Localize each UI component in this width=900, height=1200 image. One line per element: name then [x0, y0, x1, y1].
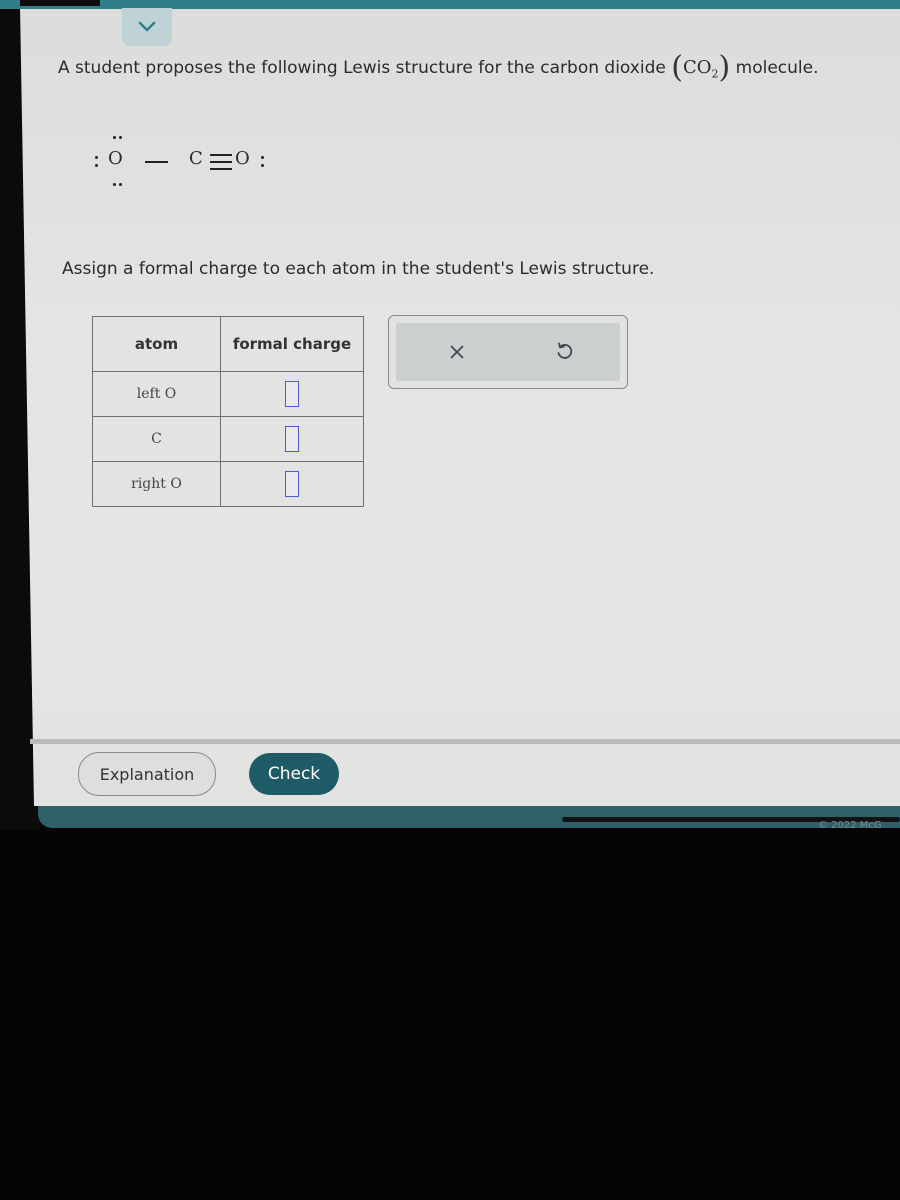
question-prompt: A student proposes the following Lewis s…: [58, 50, 819, 85]
prompt-text-end: molecule.: [735, 58, 819, 78]
table-row: right O: [92, 461, 364, 507]
formula-subscript: 2: [711, 67, 719, 81]
triple-bond: [210, 154, 232, 170]
formal-charge-input-left-o[interactable]: [285, 381, 299, 407]
formula-element: C: [682, 57, 697, 78]
lone-pair-dot: [113, 183, 116, 186]
column-header-formal-charge: formal charge: [220, 316, 364, 372]
copyright-text: © 2022 McG: [818, 820, 882, 831]
table-header-row: atom formal charge: [92, 316, 364, 372]
explanation-button[interactable]: Explanation: [78, 752, 216, 796]
undo-button[interactable]: [549, 337, 579, 367]
answer-tools-inner: [396, 323, 620, 381]
top-bar-edge: [20, 0, 100, 6]
table-row: left O: [92, 371, 364, 417]
footer-divider: [30, 739, 900, 744]
lone-pair-dot: [261, 156, 264, 159]
lone-pair-dot: [119, 136, 122, 139]
single-bond: [145, 161, 168, 163]
left-oxygen-atom: O: [108, 148, 123, 169]
formal-charge-cell: [220, 371, 364, 417]
formal-charge-cell: [220, 461, 364, 507]
carbon-atom: C: [189, 148, 203, 169]
formula-paren-open: (: [671, 50, 683, 85]
lone-pair-dot: [261, 164, 264, 167]
screen: A student proposes the following Lewis s…: [0, 0, 900, 831]
column-header-atom: atom: [92, 316, 221, 372]
lone-pair-dot: [95, 156, 98, 159]
chevron-down-icon: [138, 21, 156, 32]
atom-cell: right O: [92, 461, 221, 507]
prompt-text: A student proposes the following Lewis s…: [58, 58, 666, 78]
formal-charge-table: atom formal charge left O C right O: [92, 316, 364, 507]
lone-pair-dot: [119, 183, 122, 186]
atom-cell: left O: [92, 371, 221, 417]
lone-pair-dot: [95, 164, 98, 167]
formal-charge-cell: [220, 416, 364, 462]
check-button[interactable]: Check: [249, 753, 339, 795]
formal-charge-input-right-o[interactable]: [285, 471, 299, 497]
formula-element: O: [696, 57, 712, 78]
close-icon: [450, 345, 464, 359]
atom-cell: C: [92, 416, 221, 462]
formula-paren-close: ): [718, 50, 731, 85]
lone-pair-dot: [113, 136, 116, 139]
instruction-text: Assign a formal charge to each atom in t…: [62, 259, 655, 279]
formal-charge-input-c[interactable]: [285, 426, 299, 452]
undo-icon: [557, 342, 573, 359]
table-row: C: [92, 416, 364, 462]
lewis-structure: O C O: [85, 136, 275, 186]
answer-tools-panel: [388, 315, 628, 389]
clear-button[interactable]: [442, 337, 472, 367]
collapse-toggle-button[interactable]: [122, 8, 172, 46]
right-oxygen-atom: O: [235, 148, 250, 169]
chemical-formula: (CO2): [671, 50, 730, 85]
